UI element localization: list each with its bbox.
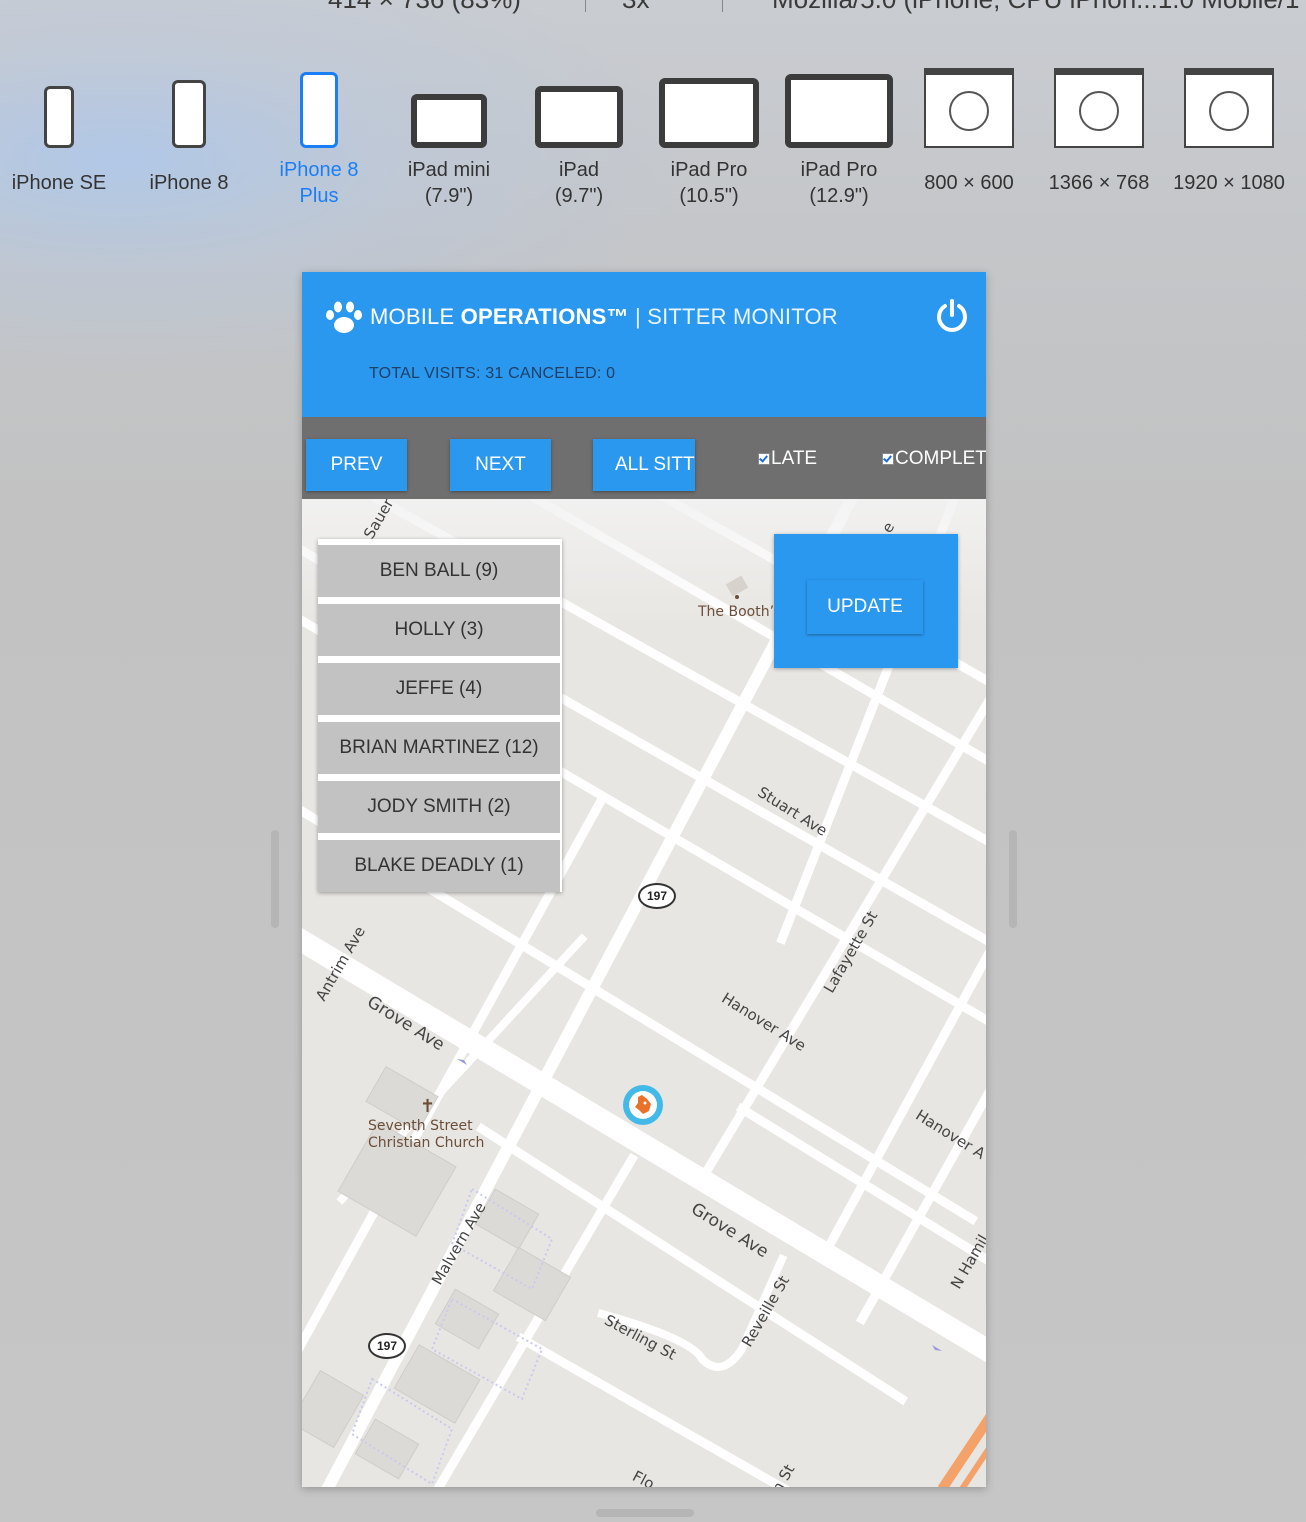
ipad-icon: [535, 86, 623, 148]
device-label: 1366 × 768: [1048, 172, 1150, 194]
update-button[interactable]: UPDATE: [807, 580, 923, 634]
device-800x600[interactable]: 800 × 600: [904, 60, 1034, 210]
browser-window-icon: [1054, 68, 1144, 148]
completed-checkbox[interactable]: [882, 452, 894, 465]
iphone-icon: [44, 86, 74, 148]
device-label-line2: (12.9"): [809, 185, 869, 207]
chevron-down-icon: ⌄: [622, 0, 637, 5]
device-iphone-8-plus[interactable]: iPhone 8 Plus: [254, 60, 384, 210]
resize-handle-right[interactable]: [1009, 830, 1017, 928]
resize-handle-left[interactable]: [271, 830, 279, 928]
device-presets: iPhone SE iPhone 8 iPhone 8 Plus iPad mi…: [0, 60, 1306, 220]
all-sitters-label: ALL SITTERS: [615, 454, 695, 475]
sitter-item[interactable]: HOLLY (3): [318, 604, 560, 656]
late-filter[interactable]: LATE: [758, 448, 817, 470]
title-operations: OPERATIONS™: [460, 304, 629, 329]
next-button[interactable]: NEXT: [450, 439, 551, 491]
resolution-readout: 414 × 736 (83%): [328, 0, 521, 15]
device-label: iPhone 8: [149, 172, 229, 194]
iphone-icon: [300, 72, 338, 148]
route-shield: 197: [638, 883, 676, 909]
sitter-item[interactable]: JODY SMITH (2): [318, 781, 560, 833]
separator: [722, 0, 723, 12]
sitter-list: BEN BALL (9) HOLLY (3) JEFFE (4) BRIAN M…: [318, 539, 562, 892]
late-checkbox[interactable]: [758, 452, 770, 465]
poi-label: The Booth’s: [698, 604, 782, 620]
device-label: 800 × 600: [924, 172, 1014, 194]
separator: [585, 0, 586, 12]
completed-filter[interactable]: COMPLETED: [882, 448, 986, 470]
poi-label: Seventh Street: [368, 1118, 473, 1134]
device-label-line2: Plus: [299, 185, 339, 207]
sitter-location-marker[interactable]: [623, 1085, 663, 1125]
device-ipad-pro-10-5[interactable]: iPad Pro (10.5"): [644, 60, 774, 210]
compass-icon: [1209, 90, 1249, 131]
device-1920x1080[interactable]: 1920 × 1080: [1164, 60, 1294, 210]
title-mobile: MOBILE: [370, 304, 455, 329]
visit-stats: TOTAL VISITS: 31 CANCELED: 0: [369, 365, 616, 382]
device-label-line1: iPad mini: [407, 159, 491, 181]
device-label-line2: (9.7"): [554, 185, 604, 207]
device-iphone-8[interactable]: iPhone 8: [124, 60, 254, 210]
sitter-item[interactable]: BLAKE DEADLY (1): [318, 840, 560, 892]
prev-button[interactable]: PREV: [306, 439, 407, 491]
compass-icon: [1079, 90, 1119, 131]
update-panel: UPDATE: [774, 534, 958, 668]
app-toolbar: PREV NEXT ALL SITTERS LATE COMPLETED: [302, 417, 986, 499]
app-header: MOBILE OPERATIONS™ | SITTER MONITOR TOTA…: [302, 272, 986, 417]
late-label: LATE: [771, 448, 818, 469]
device-1366x768[interactable]: 1366 × 768: [1034, 60, 1164, 210]
pet-avatar: [629, 1091, 657, 1119]
device-label: iPhone SE: [11, 172, 107, 194]
dog-icon: [635, 1095, 651, 1114]
device-label: 1920 × 1080: [1173, 172, 1285, 194]
browser-window-icon: [924, 68, 1014, 148]
device-ipad-mini[interactable]: iPad mini (7.9"): [384, 60, 514, 210]
responsive-toolbar: 414 × 736 (83%) 3x ⌄ Mozilla/5.0 (iPhone…: [0, 0, 1306, 18]
device-viewport: MOBILE OPERATIONS™ | SITTER MONITOR TOTA…: [302, 272, 986, 1487]
ipad-icon: [659, 78, 759, 148]
browser-window-icon: [1184, 68, 1274, 148]
sitter-item[interactable]: JEFFE (4): [318, 663, 560, 715]
church-icon: ✝: [420, 1096, 436, 1116]
all-sitters-button[interactable]: ALL SITTERS: [593, 439, 695, 491]
poi-label: Christian Church: [368, 1135, 485, 1151]
power-icon[interactable]: [934, 298, 970, 334]
route-shield: 197: [368, 1333, 406, 1359]
device-label-line1: iPad Pro: [670, 159, 748, 181]
device-ipad-pro-12-9[interactable]: iPad Pro (12.9"): [774, 60, 904, 210]
user-agent-select[interactable]: Mozilla/5.0 (iPhone; CPU iPhon...1.0 Mob…: [772, 0, 1300, 15]
title-sitter-monitor: | SITTER MONITOR: [635, 304, 838, 329]
device-label-line1: iPad: [558, 159, 600, 181]
ipad-icon: [785, 74, 893, 148]
sitter-item[interactable]: BRIAN MARTINEZ (12): [318, 722, 560, 774]
ipad-icon: [411, 94, 487, 148]
resize-handle-bottom[interactable]: [596, 1509, 694, 1517]
compass-icon: [949, 90, 989, 131]
completed-label: COMPLETED: [895, 448, 986, 469]
device-label-line1: iPad Pro: [800, 159, 878, 181]
paw-icon: [326, 301, 362, 333]
map[interactable]: Sauer A e Stuart Ave Antrim Ave Grove Av…: [302, 499, 986, 1487]
device-label-line2: (10.5"): [679, 185, 739, 207]
iphone-icon: [172, 80, 206, 148]
device-iphone-se[interactable]: iPhone SE: [0, 60, 124, 210]
device-ipad[interactable]: iPad (9.7"): [514, 60, 644, 210]
device-label-line2: (7.9"): [424, 185, 474, 207]
sitter-item[interactable]: BEN BALL (9): [318, 545, 560, 597]
device-label-line1: iPhone 8: [279, 159, 359, 181]
app-title: MOBILE OPERATIONS™ | SITTER MONITOR: [370, 304, 838, 330]
